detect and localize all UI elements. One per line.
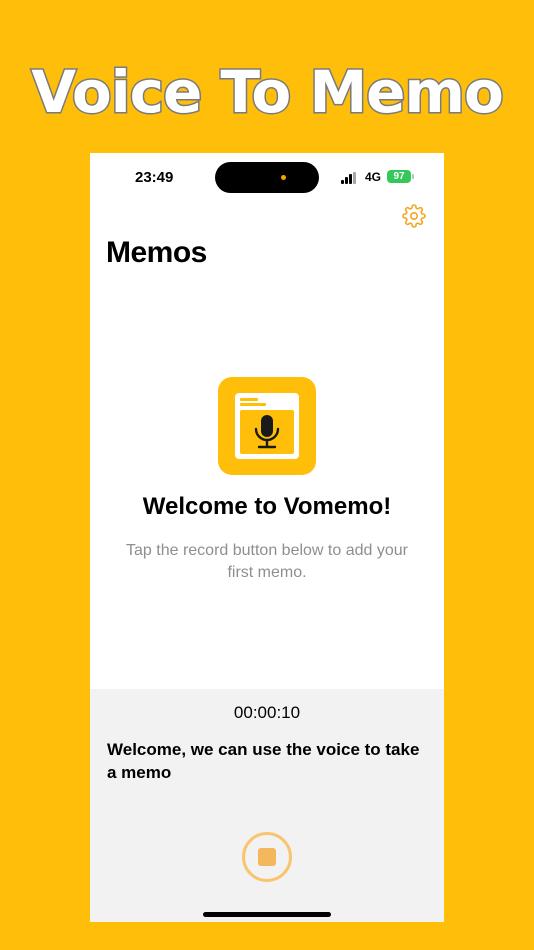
welcome-subtitle: Tap the record button below to add your … [126,542,408,581]
stop-recording-button[interactable] [242,832,292,882]
cellular-signal-icon [341,172,359,184]
recording-panel: 00:00:10 Welcome, we can use the voice t… [90,689,444,922]
microphone-app-icon [218,377,316,475]
status-time: 23:49 [135,169,174,186]
stop-icon [258,848,276,866]
phone-screen: 23:49 4G 97 Memos Welcome to Vomemo! Tap… [90,153,444,922]
privacy-indicator-dot [281,175,286,180]
dynamic-island [215,162,319,193]
live-transcript: Welcome, we can use the voice to take a … [107,740,420,782]
promo-headline: Voice To Memo [30,57,506,128]
welcome-title: Welcome to Vomemo! [142,493,392,520]
battery-level: 97 [393,171,405,182]
home-indicator[interactable] [203,912,331,917]
network-type: 4G [365,170,382,184]
battery-cap [412,174,414,179]
folder-microphone-icon [235,393,299,459]
recording-timer: 00:00:10 [233,703,301,722]
status-bar: 23:49 4G 97 [90,153,444,201]
gear-icon[interactable] [402,204,426,228]
page-title: Memos [106,236,207,269]
battery-icon: 97 [387,170,411,183]
